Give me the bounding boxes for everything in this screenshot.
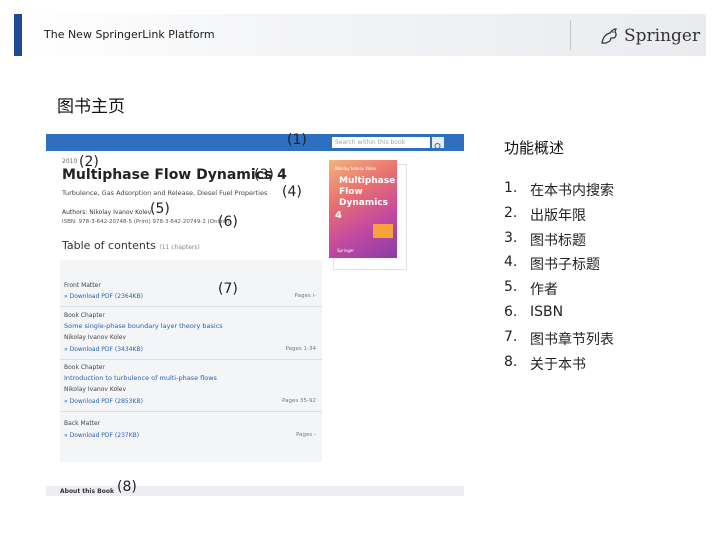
publication-year: 2010 [62, 158, 78, 165]
feature-item: 7. 图书章节列表 [504, 329, 614, 354]
chapter-list: Front Matter » Download PDF (2364KB) Pag… [60, 260, 322, 462]
chapter-title-link[interactable]: Introduction to turbulence of multi-phas… [64, 374, 217, 382]
feature-item: 5. 作者 [504, 279, 614, 304]
back-matter-label: Back Matter [64, 420, 101, 427]
book-isbn: ISBN: 978-3-642-20748-5 (Print) 978-3-64… [62, 219, 230, 225]
callout-6: (6) [218, 214, 238, 230]
feature-item: 6. ISBN [504, 304, 614, 329]
callout-8: (8) [117, 479, 137, 495]
search-icon [434, 143, 442, 151]
toc-heading-label: Table of contents [62, 239, 156, 252]
cover-volume-number: 4 [335, 210, 342, 221]
logo-text: Springer [624, 26, 701, 46]
feature-number: 6. [504, 303, 518, 320]
feature-text: ISBN [530, 303, 564, 320]
search-bar-area: Search within this book [46, 134, 464, 151]
callout-7: (7) [218, 281, 238, 297]
divider [60, 359, 322, 360]
book-cover[interactable]: Nikolay Ivanov Kolev Multiphase Flow Dyn… [329, 160, 397, 258]
feature-text: 出版年限 [530, 207, 586, 224]
feature-text: 图书子标题 [530, 257, 600, 274]
feature-text: 图书章节列表 [530, 331, 614, 348]
front-matter-pages: Pages i- [294, 293, 316, 299]
feature-item: 4. 图书子标题 [504, 254, 614, 279]
accent-bar [14, 14, 22, 56]
callout-5: (5) [150, 201, 170, 217]
feature-text: 关于本书 [530, 356, 586, 373]
book-authors[interactable]: Authors: Nikolay Ivanov Kolev [62, 209, 151, 216]
about-book-label[interactable]: About this Book [60, 488, 114, 495]
chapter-download-link[interactable]: » Download PDF (2853KB) [64, 398, 143, 405]
platform-title: The New SpringerLink Platform [44, 28, 215, 41]
chapter-type-label: Book Chapter [64, 364, 105, 371]
chapter-pages: Pages 35-92 [282, 398, 316, 404]
toc-chapter-count: (11 chapters) [159, 244, 200, 251]
chapter-download-link[interactable]: » Download PDF (3434KB) [64, 346, 143, 353]
feature-number: 8. [504, 353, 518, 370]
callout-2: (2) [79, 154, 99, 170]
feature-number: 5. [504, 279, 518, 296]
chapter-author: Nikolay Ivanov Kolev [64, 386, 127, 393]
search-input[interactable]: Search within this book [332, 137, 430, 148]
header-divider [570, 20, 571, 50]
feature-list: 1. 在本书内搜索 2. 出版年限 3. 图书标题 4. 图书子标题 5. 作者 6. IS… [504, 180, 614, 378]
book-page-screenshot: Search within this book 2010 Multiphase … [46, 134, 464, 496]
feature-item: 2. 出版年限 [504, 205, 614, 230]
springer-logo: Springer [598, 22, 700, 50]
book-subtitle: Turbulence, Gas Adsorption and Release, … [62, 189, 268, 197]
feature-number: 4. [504, 254, 518, 271]
feature-number: 2. [504, 204, 518, 221]
front-matter-label: Front Matter [64, 282, 101, 289]
features-heading: 功能概述 [504, 139, 565, 157]
feature-number: 1. [504, 180, 518, 196]
toc-heading: Table of contents (11 chapters) [62, 239, 200, 252]
header-banner: The New SpringerLink Platform Springer [14, 14, 706, 56]
feature-number: 3. [504, 229, 518, 246]
feature-text: 作者 [530, 282, 558, 299]
divider [60, 411, 322, 412]
callout-3: (3) [254, 167, 274, 183]
feature-number: 7. [504, 328, 518, 345]
springer-horse-icon [601, 28, 617, 44]
chapter-author: Nikolay Ivanov Kolev [64, 334, 127, 341]
cover-badge [373, 224, 393, 238]
feature-item: 1. 在本书内搜索 [504, 180, 614, 205]
feature-item: 3. 图书标题 [504, 230, 614, 255]
back-matter-download-link[interactable]: » Download PDF (237KB) [64, 432, 139, 439]
feature-text: 图书标题 [530, 232, 586, 249]
divider [60, 306, 322, 307]
cover-title: Multiphase Flow Dynamics [339, 176, 396, 208]
chapter-pages: Pages 1-34 [285, 346, 316, 352]
front-matter-download-link[interactable]: » Download PDF (2364KB) [64, 293, 143, 300]
callout-1: (1) [287, 132, 307, 148]
chapter-title-link[interactable]: Some single-phase boundary layer theory … [64, 322, 223, 330]
callout-4: (4) [282, 184, 302, 200]
search-button[interactable] [432, 137, 444, 151]
feature-text: 在本书内搜索 [530, 183, 614, 199]
page-heading: 图书主页 [57, 97, 125, 117]
back-matter-pages: Pages - [296, 432, 316, 438]
cover-publisher: Springer [337, 248, 355, 253]
chapter-type-label: Book Chapter [64, 312, 105, 319]
feature-item: 8. 关于本书 [504, 354, 614, 379]
cover-author: Nikolay Ivanov Kolev [335, 166, 377, 171]
